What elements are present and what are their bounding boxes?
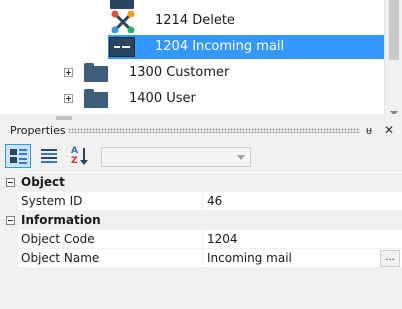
property-row-object-code[interactable]: Object Code 1204 xyxy=(18,230,402,249)
property-value: 1204 xyxy=(207,232,238,246)
folder-icon xyxy=(84,63,108,82)
panel-splitter[interactable] xyxy=(0,114,402,122)
header-drag-grip[interactable] xyxy=(68,128,360,133)
edit-ellipsis-button[interactable]: ... xyxy=(380,250,400,267)
close-icon[interactable]: ✕ xyxy=(384,123,394,137)
partial-item-icon xyxy=(110,0,134,9)
expand-icon[interactable] xyxy=(64,68,73,77)
collapse-icon[interactable] xyxy=(6,178,15,187)
sort-az-button[interactable]: A Z xyxy=(67,144,93,168)
delete-icon xyxy=(110,9,136,34)
properties-toolbar: A Z xyxy=(0,140,402,172)
tree-item-label: 1400 User xyxy=(129,91,196,106)
category-object[interactable]: Object xyxy=(0,173,402,192)
collapse-icon[interactable] xyxy=(6,216,15,225)
splitter-grip xyxy=(56,116,72,120)
alphabetical-list-button[interactable] xyxy=(36,144,62,168)
tree-item-1300-customer[interactable]: 1300 Customer xyxy=(0,61,384,85)
grid-empty-area xyxy=(0,267,402,309)
property-grid: Object System ID 46 Information Object C… xyxy=(0,172,402,309)
mail-icon xyxy=(109,37,135,57)
category-label: Information xyxy=(21,213,101,227)
properties-title: Properties xyxy=(10,124,66,137)
tree-item-1204-incoming-mail[interactable]: 1204 Incoming mail xyxy=(0,35,384,59)
category-label: Object xyxy=(21,175,65,189)
app-window: 1214 Delete 1204 Incoming mail 1300 Cust… xyxy=(0,0,402,309)
property-row-system-id[interactable]: System ID 46 xyxy=(18,192,402,211)
object-selector-dropdown[interactable] xyxy=(101,147,251,167)
tree-item-1400-user[interactable]: 1400 User xyxy=(0,87,384,111)
property-value: Incoming mail xyxy=(207,251,292,265)
tree-item-label: 1214 Delete xyxy=(155,13,235,28)
tree-item-label: 1300 Customer xyxy=(129,65,230,80)
category-information[interactable]: Information xyxy=(0,211,402,230)
property-row-object-name[interactable]: Object Name Incoming mail ... xyxy=(18,249,402,268)
tree-vertical-scrollbar[interactable] xyxy=(384,0,402,122)
categorized-view-button[interactable] xyxy=(5,144,31,168)
object-tree[interactable]: 1214 Delete 1204 Incoming mail 1300 Cust… xyxy=(0,0,402,122)
tree-item-1214-delete[interactable]: 1214 Delete xyxy=(0,9,384,34)
properties-header: Properties ᵾ ✕ xyxy=(0,122,402,140)
property-value: 46 xyxy=(207,194,223,208)
folder-icon xyxy=(84,89,108,108)
expand-icon[interactable] xyxy=(64,94,73,103)
scrollbar-thumb[interactable] xyxy=(389,0,399,60)
chevron-down-icon xyxy=(237,155,245,160)
property-name: Object Code xyxy=(21,232,95,246)
property-name: System ID xyxy=(21,194,83,208)
pin-icon[interactable]: ᵾ xyxy=(366,124,372,138)
property-name: Object Name xyxy=(21,251,100,265)
tree-item-label: 1204 Incoming mail xyxy=(155,39,285,54)
